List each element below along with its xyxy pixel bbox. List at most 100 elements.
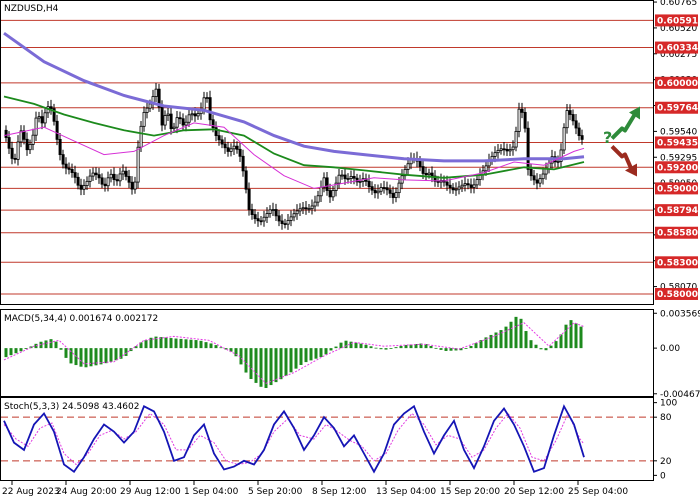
symbol-title: NZDUSD,H4 bbox=[4, 4, 59, 14]
candle-body bbox=[205, 97, 209, 100]
candle-body bbox=[178, 117, 182, 120]
candle-body bbox=[340, 174, 344, 177]
candle-body bbox=[388, 189, 392, 194]
candle-body bbox=[529, 168, 533, 177]
candle-body bbox=[499, 148, 503, 151]
candle-body bbox=[70, 168, 74, 173]
macd-bar bbox=[214, 345, 218, 349]
macd-bar bbox=[169, 338, 173, 349]
macd-bar bbox=[394, 347, 398, 349]
macd-bar bbox=[294, 348, 298, 369]
candle-body bbox=[148, 103, 152, 109]
candle-body bbox=[448, 184, 452, 189]
level-label: 0.59764 bbox=[657, 104, 698, 114]
candle-body bbox=[514, 130, 518, 148]
candle-body bbox=[235, 145, 239, 150]
candle-body bbox=[538, 178, 542, 184]
candle-body bbox=[322, 177, 326, 188]
candle-body bbox=[106, 177, 110, 187]
macd-bar bbox=[264, 348, 268, 388]
macd-bar bbox=[299, 348, 303, 365]
candle-body bbox=[16, 141, 20, 160]
candle-body bbox=[58, 138, 62, 156]
candle-body bbox=[535, 179, 539, 184]
candle-body bbox=[565, 110, 569, 129]
candle-body bbox=[325, 177, 329, 191]
candle-body bbox=[250, 209, 254, 215]
candle-body bbox=[109, 173, 113, 179]
macd-bar bbox=[464, 348, 468, 349]
candle-body bbox=[316, 195, 320, 203]
stoch-tick-label: 20 bbox=[660, 457, 672, 467]
candle-body bbox=[103, 183, 107, 187]
macd-bar bbox=[569, 320, 573, 349]
macd-bar bbox=[84, 348, 88, 368]
candle-body bbox=[226, 147, 230, 152]
candle-body bbox=[571, 114, 575, 122]
candle-body bbox=[256, 218, 260, 222]
macd-bar bbox=[379, 348, 383, 350]
macd-bar bbox=[199, 340, 203, 349]
candle-body bbox=[394, 192, 398, 198]
macd-bar bbox=[529, 340, 533, 349]
candle-body bbox=[505, 148, 509, 152]
candle-body bbox=[460, 184, 464, 188]
candle-body bbox=[94, 172, 98, 176]
macd-bar bbox=[159, 337, 163, 349]
candle-body bbox=[187, 114, 191, 123]
candle-body bbox=[133, 181, 137, 190]
macd-bar bbox=[174, 338, 178, 349]
time-tick-label: 25 Sep 04:00 bbox=[568, 487, 628, 497]
candle-body bbox=[73, 172, 77, 178]
time-tick-label: 1 Sep 04:00 bbox=[184, 487, 239, 497]
candle-body bbox=[289, 216, 293, 221]
macd-bar bbox=[289, 348, 293, 373]
macd-bar bbox=[109, 348, 113, 362]
macd-bar bbox=[114, 348, 118, 361]
candle-body bbox=[166, 113, 170, 116]
macd-tick-label: 0.003569 bbox=[660, 309, 700, 319]
macd-bar bbox=[384, 348, 388, 350]
candle-body bbox=[331, 190, 335, 198]
candle-body bbox=[328, 190, 332, 198]
macd-bar bbox=[254, 348, 258, 383]
macd-bar bbox=[14, 348, 18, 354]
macd-bar bbox=[344, 340, 348, 349]
candle-body bbox=[424, 173, 428, 176]
candle-body bbox=[253, 214, 257, 220]
candle-body bbox=[202, 97, 206, 110]
candle-body bbox=[508, 149, 512, 152]
macd-bar bbox=[474, 343, 478, 349]
candle-body bbox=[370, 186, 374, 191]
candle-body bbox=[190, 113, 194, 116]
macd-bar bbox=[49, 339, 53, 349]
candle-body bbox=[346, 178, 350, 180]
candle-body bbox=[268, 209, 272, 214]
candle-body bbox=[319, 186, 323, 197]
candle-body bbox=[292, 213, 296, 218]
nzdusd-chart: ? 0.607650.605200.602750.600300.597850.5… bbox=[0, 0, 700, 497]
macd-bar bbox=[539, 348, 543, 350]
candle-body bbox=[271, 209, 275, 211]
macd-bar bbox=[54, 341, 58, 349]
macd-bar bbox=[469, 345, 473, 349]
macd-bar bbox=[359, 343, 363, 349]
level-label: 0.59200 bbox=[657, 163, 698, 173]
candle-body bbox=[43, 112, 47, 124]
macd-bar bbox=[309, 348, 313, 361]
macd-bar bbox=[44, 340, 48, 349]
candle-body bbox=[466, 183, 470, 186]
level-label: 0.58580 bbox=[657, 229, 698, 239]
macd-bar bbox=[549, 345, 553, 349]
candle-body bbox=[349, 176, 353, 179]
macd-bar bbox=[204, 342, 208, 349]
candle-body bbox=[496, 149, 500, 154]
candle-body bbox=[502, 148, 506, 151]
candle-body bbox=[520, 108, 524, 113]
candle-body bbox=[175, 117, 179, 128]
candle-body bbox=[220, 139, 224, 145]
time-tick-label: 20 Sep 12:00 bbox=[504, 487, 564, 497]
candle-body bbox=[4, 129, 8, 138]
macd-bar bbox=[444, 348, 448, 351]
candle-body bbox=[127, 176, 131, 183]
